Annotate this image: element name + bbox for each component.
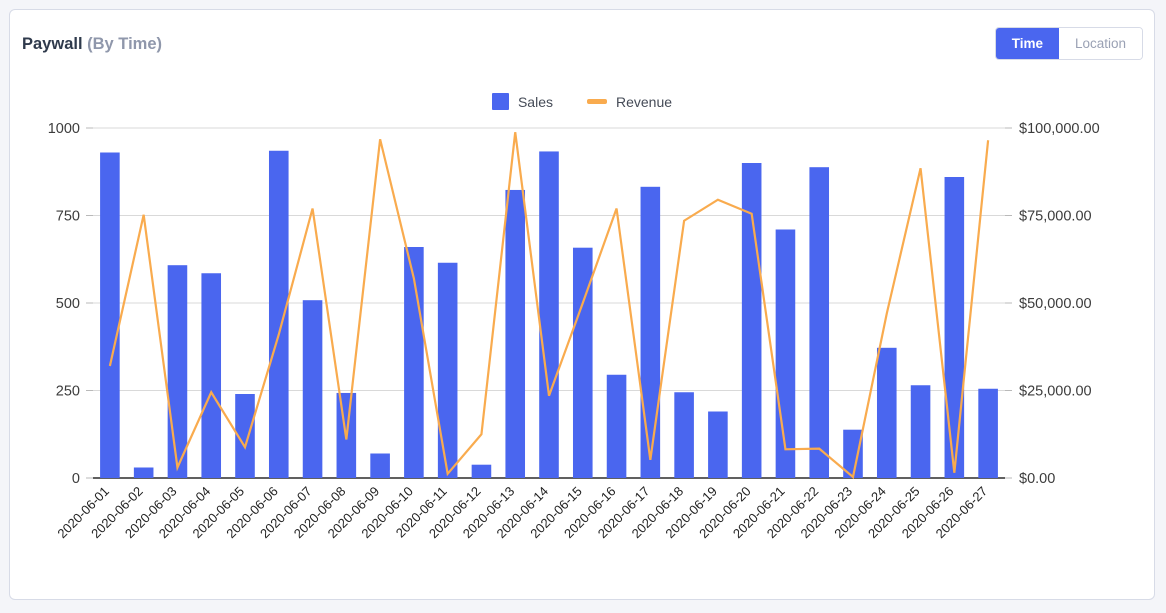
left-axis-tick-label: 250	[56, 384, 80, 400]
bar-sales[interactable]	[100, 152, 120, 479]
chart-plot-area: 0 250 500 750 1000 $0.00 $25,000.00 $50,000.00 $…	[10, 10, 1156, 601]
left-axis-tick-label: 1000	[48, 121, 80, 137]
combo-chart: 0 250 500 750 1000 $0.00 $25,000.00 $50,000.00 $…	[48, 121, 1100, 541]
bar-sales[interactable]	[437, 262, 458, 478]
bar-sales[interactable]	[876, 347, 897, 478]
page-root: Paywall (By Time) Time Location Sales Re…	[0, 0, 1166, 613]
bar-sales[interactable]	[201, 273, 222, 478]
bar-sales[interactable]	[167, 265, 188, 478]
bar-sales[interactable]	[775, 229, 796, 479]
right-axis-tick-label: $0.00	[1019, 471, 1055, 487]
bar-sales[interactable]	[302, 300, 323, 478]
bar-sales[interactable]	[133, 467, 154, 479]
bar-sales[interactable]	[539, 151, 559, 478]
bar-sales[interactable]	[910, 385, 931, 478]
right-axis-tick-label: $25,000.00	[1019, 384, 1092, 400]
bar-sales[interactable]	[268, 150, 289, 478]
left-axis-tick-label: 750	[56, 209, 80, 225]
bar-sales[interactable]	[640, 186, 661, 479]
paywall-chart-card: Paywall (By Time) Time Location Sales Re…	[9, 9, 1155, 600]
bar-sales[interactable]	[944, 177, 965, 478]
bar-sales[interactable]	[471, 464, 492, 478]
right-axis-tick-label: $50,000.00	[1019, 296, 1092, 312]
bar-sales[interactable]	[809, 167, 830, 478]
bar-sales[interactable]	[370, 453, 390, 479]
bar-sales[interactable]	[674, 392, 694, 478]
left-axis-tick-label: 0	[72, 471, 80, 487]
bar-sales[interactable]	[505, 189, 526, 478]
right-axis-tick-label: $75,000.00	[1019, 209, 1092, 225]
bar-sales[interactable]	[978, 388, 998, 478]
bar-sales[interactable]	[708, 411, 728, 479]
left-axis-tick-label: 500	[56, 296, 80, 312]
bar-sales[interactable]	[606, 374, 627, 478]
right-axis-tick-label: $100,000.00	[1019, 121, 1100, 137]
